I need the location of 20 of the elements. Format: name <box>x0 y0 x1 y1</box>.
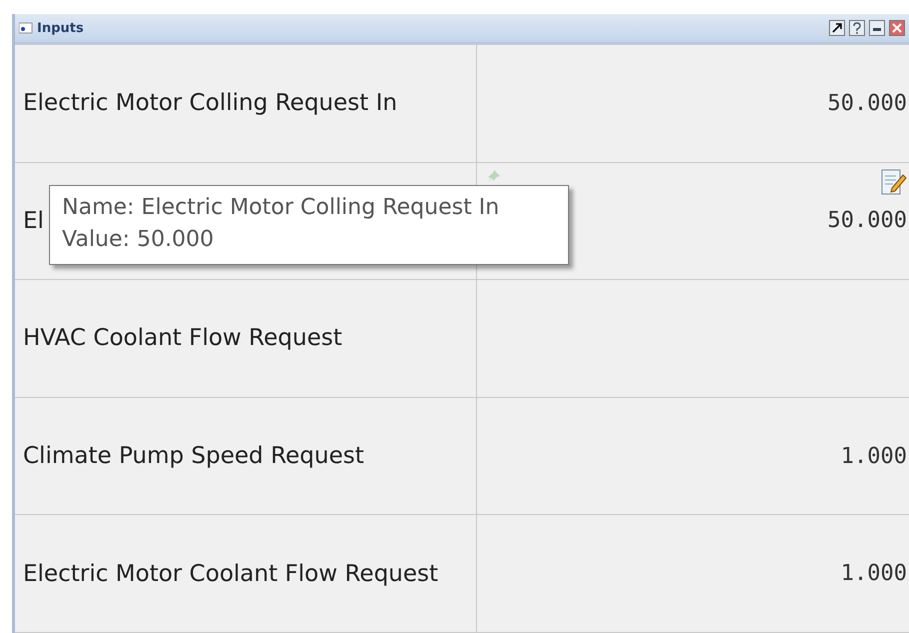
signal-name: Electric Motor Colling Request In <box>15 45 477 162</box>
tooltip-text: Value: 50.000 <box>62 226 215 254</box>
undock-button[interactable] <box>829 20 845 36</box>
arrow-icon <box>832 23 842 33</box>
signal-value: 1.000 <box>840 444 907 469</box>
help-button[interactable] <box>849 20 865 36</box>
signal-value: 50.000 <box>828 90 907 116</box>
close-icon <box>892 23 902 33</box>
window-icon <box>19 22 33 34</box>
minimize-button[interactable] <box>869 20 885 36</box>
window-title: Inputs <box>37 20 85 36</box>
signal-value: 1.000 <box>840 561 907 586</box>
close-button[interactable] <box>889 20 905 36</box>
edit-icon[interactable] <box>881 168 907 197</box>
help-icon <box>852 22 862 34</box>
pin-icon <box>485 168 501 185</box>
signal-name: HVAC Coolant Flow Request <box>15 280 477 397</box>
signal-value: 50.000 <box>828 208 907 234</box>
signal-name: Electric Motor Coolant Flow Request <box>15 515 477 632</box>
signal-name: Climate Pump Speed Request <box>15 398 477 514</box>
